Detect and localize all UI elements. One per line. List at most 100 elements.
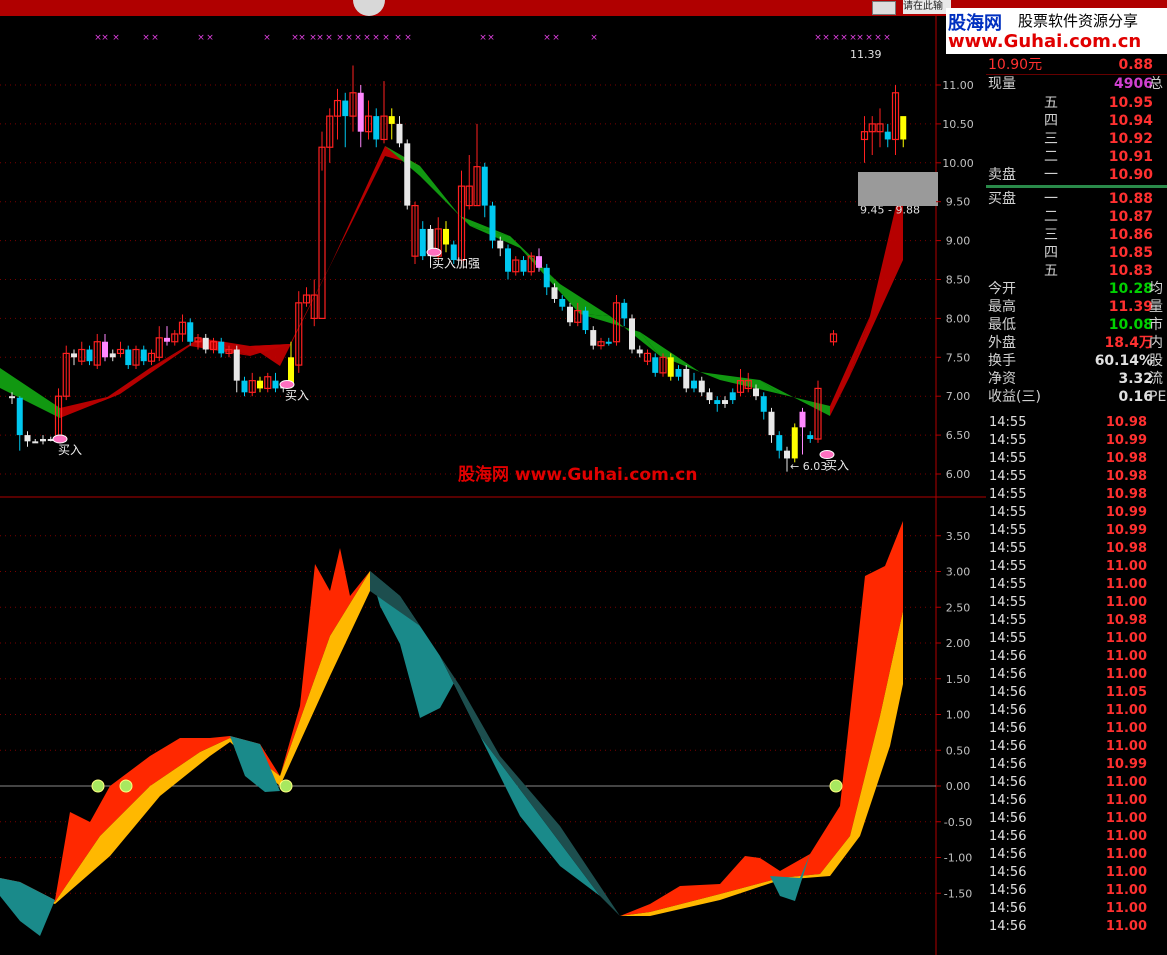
x-signal-icon: × [479, 33, 487, 43]
sell-level-label: 四 [1044, 113, 1058, 129]
stat-row: 换手 60.14% 股 [986, 352, 1167, 370]
x-signal-icon: × [874, 33, 882, 43]
tick-price: 10.99 [1105, 757, 1147, 772]
logo-slogan: 股票软件资源分享 [1018, 12, 1139, 30]
tick-time: 14:55 [989, 523, 1027, 538]
search-input[interactable]: 请在此输 [903, 0, 951, 14]
stat-row: 最低 10.08 市 [986, 316, 1167, 334]
candle-body [768, 411, 775, 436]
stat-row: 今开 10.28 均 [986, 280, 1167, 298]
candle-body [714, 400, 721, 404]
tick-price: 11.00 [1105, 793, 1147, 808]
osc-tick-label: 1.50 [946, 673, 971, 686]
candle-body [567, 306, 573, 323]
osc-tick-label: 3.00 [946, 566, 971, 579]
candle-body [125, 349, 132, 366]
tick-row: 14:55 10.98 [986, 468, 1167, 486]
candle-body [667, 357, 674, 377]
tick-time: 14:56 [989, 703, 1027, 718]
x-signal-icon: × [142, 33, 150, 43]
candle-body [489, 205, 496, 241]
candle-body [373, 116, 380, 140]
tick-time: 14:56 [989, 667, 1027, 682]
candle-body [753, 388, 759, 397]
volume-label: 现量 [988, 76, 1016, 92]
watermark-name: 股海网 [458, 465, 509, 485]
x-signal-icon: × [151, 33, 159, 43]
candle-body [698, 380, 705, 393]
tick-row: 14:55 10.98 [986, 450, 1167, 468]
candle-body [807, 435, 814, 439]
tick-row: 14:56 11.00 [986, 846, 1167, 864]
stat-row-label: 外盘 [988, 335, 1016, 351]
tick-price: 10.98 [1105, 541, 1147, 556]
tick-time: 14:56 [989, 847, 1027, 862]
sell-level-value: 10.92 [1108, 131, 1153, 147]
tick-row: 14:55 10.98 [986, 540, 1167, 558]
tick-time: 14:56 [989, 793, 1027, 808]
candle-body [760, 396, 767, 412]
sell-level-label: 二 [1044, 149, 1058, 165]
tick-time: 14:56 [989, 649, 1027, 664]
tick-price: 11.00 [1105, 883, 1147, 898]
x-signal-icon: × [814, 33, 822, 43]
stat-row-value: 0.16 [1118, 389, 1153, 405]
top-price-row: 10.90元 0.88 [986, 56, 1167, 74]
signal-dot-icon [91, 779, 105, 793]
price-tooltip-box [858, 172, 938, 206]
x-signal-icon: × [112, 33, 120, 43]
stat-row: 净资 3.32 流 [986, 370, 1167, 388]
buy-level-label: 一 [1044, 191, 1058, 207]
candle-body [497, 240, 504, 249]
tick-price: 11.00 [1105, 703, 1147, 718]
tick-row: 14:55 10.98 [986, 612, 1167, 630]
tick-row: 14:55 11.00 [986, 576, 1167, 594]
candle-body [675, 368, 682, 377]
keyboard-icon[interactable] [872, 1, 896, 15]
stat-row-value: 11.39 [1108, 299, 1153, 315]
tick-row: 14:56 11.00 [986, 648, 1167, 666]
sell-side-label-label: 卖盘 [988, 167, 1016, 183]
collapse-handle-icon[interactable] [353, 0, 385, 16]
stat-row-label: 最高 [988, 299, 1016, 315]
price-tick-label: 10.00 [942, 157, 974, 170]
buy-level-value: 10.85 [1108, 245, 1153, 261]
tick-price: 11.00 [1105, 721, 1147, 736]
tick-row: 14:55 10.99 [986, 504, 1167, 522]
x-signal-icon: × [363, 33, 371, 43]
x-signal-icon: × [354, 33, 362, 43]
candle-body [900, 116, 907, 140]
price-tick-label: 11.00 [942, 79, 974, 92]
quote-panel: 10.90元 0.88 现量 4906 总 五 10.95 四 10.94 三 10.92… [986, 16, 1167, 955]
buy-level-value: 10.86 [1108, 227, 1153, 243]
volume-value: 4906 [1114, 76, 1153, 92]
tick-price: 11.00 [1105, 829, 1147, 844]
tick-row: 14:56 11.00 [986, 828, 1167, 846]
tick-time: 14:56 [989, 829, 1027, 844]
osc-tick-label: -0.50 [944, 816, 972, 829]
candle-body [683, 368, 690, 389]
tick-price: 11.00 [1105, 919, 1147, 934]
candle-body [559, 298, 566, 307]
stat-row-value: 10.28 [1108, 281, 1153, 297]
tick-time: 14:55 [989, 487, 1027, 502]
x-signal-icon: × [372, 33, 380, 43]
tick-row: 14:55 11.00 [986, 630, 1167, 648]
candle-body [86, 349, 93, 362]
candle-body [443, 228, 449, 245]
candle-body [9, 396, 15, 399]
tick-time: 14:55 [989, 559, 1027, 574]
sell-level-value: 10.91 [1108, 149, 1153, 165]
price-annotation: 11.39 [850, 48, 882, 61]
buy-marker-label: 买入 [285, 389, 309, 403]
tick-row: 14:55 10.98 [986, 486, 1167, 504]
buy-level: 五 10.83 [986, 262, 1167, 280]
tick-row: 14:55 10.98 [986, 414, 1167, 432]
candle-body [605, 341, 612, 344]
buy-level-value: 10.88 [1108, 191, 1153, 207]
candle-body [791, 427, 798, 459]
tick-price: 11.00 [1105, 631, 1147, 646]
candle-body [357, 92, 364, 132]
x-signal-icon: × [263, 33, 271, 43]
buy-level: 二 10.87 [986, 208, 1167, 226]
